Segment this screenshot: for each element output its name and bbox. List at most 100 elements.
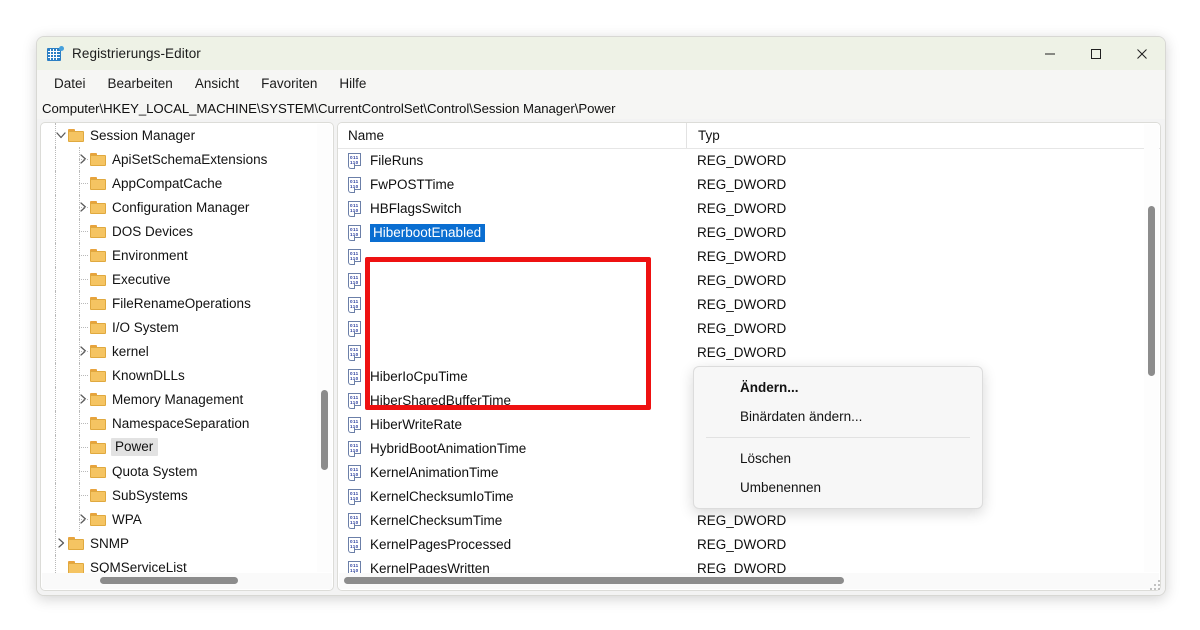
tree-item-knowndlls[interactable]: KnownDLLs [41,363,333,387]
value-row[interactable]: 011110KernelPagesProcessedREG_DWORD [338,532,1160,556]
dword-value-icon: 011110 [348,201,363,215]
value-type: REG_DWORD [697,153,786,168]
menu-item-favoriten[interactable]: Favoriten [250,73,328,94]
dword-value-icon: 011110 [348,417,363,431]
tree-vertical-scroll-thumb[interactable] [321,390,328,470]
tree-item-quota-system[interactable]: Quota System [41,459,333,483]
dword-value-icon: 011110 [348,249,363,263]
folder-icon [90,153,107,166]
folder-icon [90,489,107,502]
value-name: HiberbootEnabled [370,225,690,240]
registry-values-pane[interactable]: Name Typ 011110 FileRuns REG_DWORD 011110Fw… [337,122,1161,591]
values-vertical-scroll-thumb[interactable] [1148,206,1155,376]
tree-item-label: WPA [112,512,148,527]
value-type: REG_DWORD [697,297,786,312]
values-horizontal-scrollbar[interactable] [339,573,1159,589]
tree-item-memory-management[interactable]: Memory Management [41,387,333,411]
value-row[interactable]: 011110FileRunsREG_DWORD [338,148,1160,172]
tree-item-label: Configuration Manager [112,200,255,215]
value-name-label: FileRuns [370,153,423,168]
menu-item-hilfe[interactable]: Hilfe [328,73,377,94]
value-name-label: HiberbootEnabled [370,224,485,242]
menu-item-bearbeiten[interactable]: Bearbeiten [97,73,184,94]
window-controls [1027,37,1165,70]
tree-item-wpa[interactable]: WPA [41,507,333,531]
value-row[interactable]: 011110KernelChecksumTimeREG_DWORD [338,508,1160,532]
tree-item-dos-devices[interactable]: DOS Devices [41,219,333,243]
tree-item-label: Executive [112,272,177,287]
value-type: REG_DWORD [697,513,786,528]
context-menu-item[interactable]: Ändern... [694,373,982,402]
values-vertical-scrollbar[interactable] [1144,124,1159,572]
context-menu[interactable]: Ändern...Binärdaten ändern... LöschenUmbe… [693,366,983,509]
tree-horizontal-scrollbar[interactable] [42,573,332,589]
close-button[interactable] [1119,37,1165,70]
resize-grip[interactable] [1150,580,1162,592]
tree-item-snmp[interactable]: SNMP [41,531,333,555]
value-name-label: HiberIoCpuTime [370,369,468,384]
column-header-type[interactable]: Typ [686,123,1160,148]
tree-item-namespaceseparation[interactable]: NamespaceSeparation [41,411,333,435]
address-bar[interactable]: Computer\HKEY_LOCAL_MACHINE\SYSTEM\Curre… [37,97,1165,120]
value-row[interactable]: 011110HBFlagsSwitchREG_DWORD [338,196,1160,220]
value-name-label: KernelAnimationTime [370,465,499,480]
tree-item-configuration-manager[interactable]: Configuration Manager [41,195,333,219]
context-menu-item[interactable]: Binärdaten ändern... [694,402,982,431]
folder-icon [90,465,107,478]
values-horizontal-scroll-thumb[interactable] [344,577,844,584]
column-header-name[interactable]: Name [338,123,686,148]
value-name-label: HBFlagsSwitch [370,201,462,216]
value-name-label: HiberWriteRate [370,417,462,432]
dword-value-icon: 011110 [348,465,363,479]
value-name: KernelAnimationTime [370,465,690,480]
tree-item-session-manager[interactable]: Session Manager [41,123,333,147]
tree-item-executive[interactable]: Executive [41,267,333,291]
value-name: HBFlagsSwitch [370,201,690,216]
value-row[interactable]: 011110 REG_DWORD [338,244,1160,268]
tree-horizontal-scroll-thumb[interactable] [100,577,238,584]
value-name: HiberSharedBufferTime [370,393,690,408]
menu-item-datei[interactable]: Datei [43,73,97,94]
tree-item-label: FileRenameOperations [112,296,257,311]
context-menu-item[interactable]: Umbenennen [694,473,982,502]
folder-icon [68,129,85,142]
value-row[interactable]: 011110HiberbootEnabledREG_DWORD [338,220,1160,244]
tree-item-label: Memory Management [112,392,249,407]
value-row[interactable]: 011110REG_DWORD [338,268,1160,292]
tree-item-i-o-system[interactable]: I/O System [41,315,333,339]
value-name-label: HiberSharedBufferTime [370,393,511,408]
value-row[interactable]: 011110REG_DWORD [338,340,1160,364]
value-name: KernelPagesProcessed [370,537,690,552]
tree-item-apisetschemaextensions[interactable]: ApiSetSchemaExtensions [41,147,333,171]
tree-item-appcompatcache[interactable]: AppCompatCache [41,171,333,195]
folder-icon [90,297,107,310]
tree-item-sqmservicelist[interactable]: SQMServiceList [41,555,333,573]
tree-item-subsystems[interactable]: SubSystems [41,483,333,507]
minimize-button[interactable] [1027,37,1073,70]
value-row[interactable]: 011110 REG_DWORD [338,316,1160,340]
title-bar[interactable]: Registrierungs-Editor [37,37,1165,70]
value-name-label: KernelPagesProcessed [370,537,511,552]
value-row[interactable]: 011110FwPOSTTimeREG_DWORD [338,172,1160,196]
value-type: REG_DWORD [697,321,786,336]
value-row[interactable]: 011110REG_DWORD [338,292,1160,316]
dword-value-icon: 011110 [348,321,363,335]
value-name-label: HybridBootAnimationTime [370,441,526,456]
tree-item-filerenameoperations[interactable]: FileRenameOperations [41,291,333,315]
value-type: REG_DWORD [697,249,786,264]
tree-item-environment[interactable]: Environment [41,243,333,267]
tree-item-power[interactable]: Power [41,435,333,459]
registry-tree-pane[interactable]: Session Manager ApiSetSchemaExtensions App… [40,122,334,591]
tree-item-label: ApiSetSchemaExtensions [112,152,273,167]
dword-value-icon: 011110 [348,561,363,573]
tree-vertical-scrollbar[interactable] [317,124,332,572]
tree-item-label: Session Manager [90,128,201,143]
tree-item-label: Quota System [112,464,204,479]
folder-icon [90,225,107,238]
value-row[interactable]: 011110KernelPagesWrittenREG_DWORD [338,556,1160,573]
menu-bar: DateiBearbeitenAnsichtFavoritenHilfe [37,70,1165,97]
maximize-button[interactable] [1073,37,1119,70]
tree-item-kernel[interactable]: kernel [41,339,333,363]
menu-item-ansicht[interactable]: Ansicht [184,73,250,94]
context-menu-item[interactable]: Löschen [694,444,982,473]
